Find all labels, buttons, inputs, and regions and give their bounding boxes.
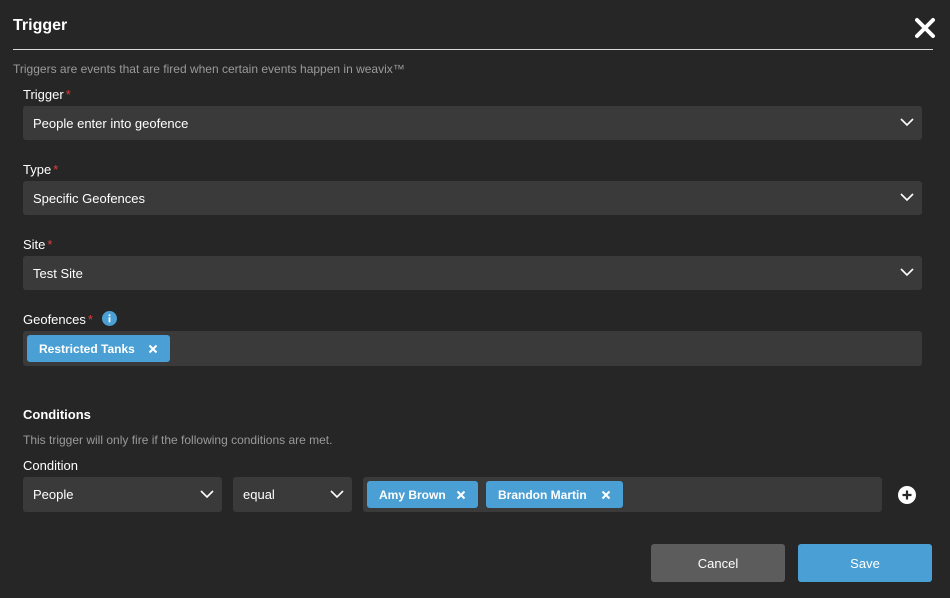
tag-label: Restricted Tanks: [39, 341, 135, 356]
geofences-label: Geofences *: [23, 312, 93, 327]
dialog-title: Trigger: [13, 17, 68, 34]
save-button[interactable]: Save: [798, 544, 932, 582]
condition-operator-select[interactable]: equal: [233, 477, 352, 512]
required-marker: *: [65, 87, 71, 102]
tag-remove-icon[interactable]: [601, 490, 611, 500]
required-marker: *: [53, 162, 59, 177]
tag-brandon-martin: Brandon Martin: [486, 481, 623, 508]
required-marker: *: [47, 237, 53, 252]
chevron-down-icon: [900, 193, 914, 202]
chevron-down-icon: [200, 490, 214, 499]
conditions-note: This trigger will only fire if the follo…: [23, 433, 333, 447]
tag-label: Brandon Martin: [498, 487, 587, 502]
site-select-value: Test Site: [33, 265, 83, 281]
tag-label: Amy Brown: [379, 487, 446, 502]
conditions-heading: Conditions: [23, 407, 91, 422]
tag-amy-brown: Amy Brown: [367, 481, 478, 508]
required-marker: *: [87, 312, 93, 327]
tag-restricted-tanks: Restricted Tanks: [27, 335, 170, 362]
geofences-tag-input[interactable]: Restricted Tanks: [23, 331, 922, 366]
trigger-select-value: People enter into geofence: [33, 115, 189, 131]
trigger-dialog: Trigger Triggers are events that are fir…: [0, 0, 950, 598]
trigger-select[interactable]: People enter into geofence: [23, 106, 922, 140]
site-label: Site *: [23, 237, 53, 252]
condition-label: Condition: [23, 458, 78, 473]
chevron-down-icon: [900, 268, 914, 277]
close-icon[interactable]: [914, 17, 936, 39]
title-divider: [13, 49, 933, 50]
type-select-value: Specific Geofences: [33, 190, 146, 206]
tag-remove-icon[interactable]: [148, 344, 158, 354]
add-condition-icon[interactable]: [898, 486, 916, 504]
chevron-down-icon: [330, 490, 344, 499]
tag-remove-icon[interactable]: [456, 490, 466, 500]
info-icon[interactable]: [102, 311, 117, 326]
condition-value-tag-input[interactable]: Amy Brown Brandon Martin: [363, 477, 882, 512]
condition-operator-value: equal: [243, 487, 275, 502]
chevron-down-icon: [900, 118, 914, 127]
trigger-label: Trigger *: [23, 87, 71, 102]
dialog-description: Triggers are events that are fired when …: [13, 62, 405, 76]
type-label: Type *: [23, 162, 59, 177]
type-select[interactable]: Specific Geofences: [23, 181, 922, 215]
site-select[interactable]: Test Site: [23, 256, 922, 290]
condition-field-value: People: [33, 487, 74, 502]
condition-field-select[interactable]: People: [23, 477, 222, 512]
cancel-button[interactable]: Cancel: [651, 544, 785, 582]
